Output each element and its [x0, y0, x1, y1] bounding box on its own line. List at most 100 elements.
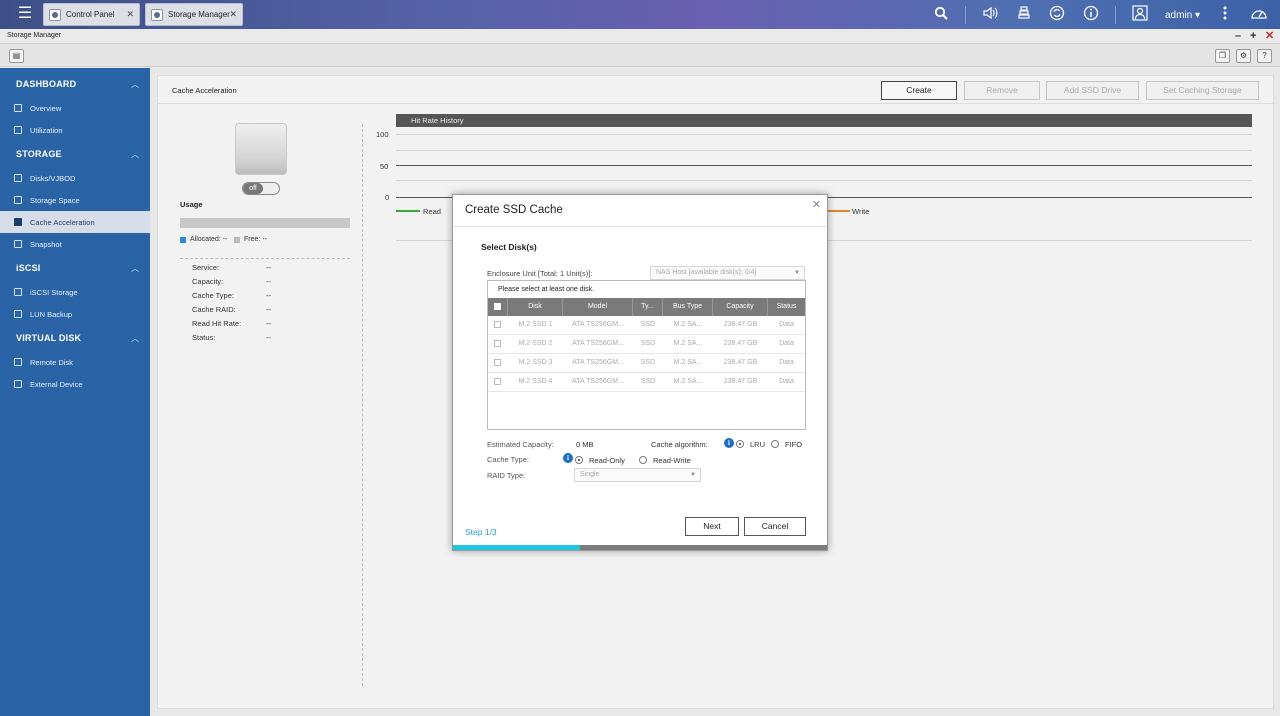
help-icon[interactable]: ?: [1257, 49, 1272, 63]
sidebar-item-external-device[interactable]: External Device: [0, 373, 150, 395]
maximize-icon[interactable]: +: [1250, 30, 1256, 42]
close-icon[interactable]: ✕: [812, 198, 821, 211]
row-checkbox[interactable]: [494, 340, 501, 347]
tab-control-panel[interactable]: Control Panel ✕: [43, 3, 140, 26]
chevron-down-icon: ▼: [690, 472, 696, 478]
info-icon[interactable]: i: [563, 453, 573, 463]
cancel-button[interactable]: Cancel: [744, 517, 806, 536]
menu-icon[interactable]: ☰: [14, 5, 36, 23]
set-caching-storage-button[interactable]: Set Caching Storage: [1146, 81, 1259, 100]
tab-label: Control Panel: [66, 10, 115, 19]
user-menu[interactable]: admin ▾: [1165, 10, 1200, 21]
column-header[interactable]: Capacity: [713, 298, 768, 316]
gear-icon[interactable]: ⚙: [1236, 49, 1251, 63]
storage-space-icon: [14, 196, 22, 204]
sidebar: DASHBOARD ︿ Overview Utilization STORAGE…: [0, 68, 150, 716]
select-all-checkbox[interactable]: [494, 303, 501, 310]
close-icon[interactable]: ✕: [1265, 30, 1274, 42]
sidebar-item-label: Snapshot: [30, 240, 62, 249]
free-legend-swatch: [234, 237, 240, 243]
sidebar-section-iscsi[interactable]: iSCSI: [16, 263, 41, 273]
lru-radio[interactable]: [736, 440, 744, 448]
info-row-cache-raid: Cache RAID: --: [192, 305, 271, 314]
minimize-icon[interactable]: –: [1235, 30, 1241, 42]
chevron-up-icon[interactable]: ︿: [131, 149, 139, 160]
chevron-up-icon[interactable]: ︿: [131, 263, 139, 274]
wizard-progress-bar: [453, 545, 827, 550]
allocated-legend: Allocated: --: [190, 236, 228, 243]
sidebar-section-storage[interactable]: STORAGE: [16, 149, 62, 159]
close-icon[interactable]: ✕: [229, 9, 237, 20]
taskbar: ☰ Control Panel ✕ Storage Manager ✕ admi…: [0, 0, 1280, 29]
column-header[interactable]: Ty...: [633, 298, 663, 316]
volume-icon[interactable]: [980, 5, 1000, 25]
sidebar-item-snapshot[interactable]: Snapshot: [0, 233, 150, 255]
info-icon[interactable]: [1081, 5, 1101, 25]
storage-manager-icon: [151, 9, 163, 21]
raid-type-select[interactable]: Single ▼: [574, 468, 701, 482]
snapshot-icon[interactable]: ❐: [1215, 49, 1230, 63]
sidebar-item-utilization[interactable]: Utilization: [0, 119, 150, 141]
sidebar-item-storage-space[interactable]: Storage Space: [0, 189, 150, 211]
allocated-legend-swatch: [180, 237, 186, 243]
sidebar-item-label: Cache Acceleration: [30, 218, 95, 227]
sync-icon[interactable]: [1047, 5, 1067, 25]
table-row[interactable]: M.2 SSD 2 ATA TS256GM... SSD M.2 SA... 2…: [488, 335, 805, 354]
dashboard-icon[interactable]: [1249, 5, 1269, 25]
tab-storage-manager[interactable]: Storage Manager ✕: [145, 3, 243, 26]
fifo-radio[interactable]: [771, 440, 779, 448]
column-header[interactable]: Disk: [508, 298, 563, 316]
main-header: Cache Acceleration Create Remove Add SSD…: [158, 76, 1273, 104]
column-header[interactable]: Bus Type: [663, 298, 713, 316]
chevron-up-icon[interactable]: ︿: [131, 79, 139, 90]
column-header[interactable]: Model: [563, 298, 633, 316]
read-only-radio[interactable]: [575, 456, 583, 464]
tab-label: Storage Manager: [168, 10, 230, 19]
sidebar-item-iscsi-storage[interactable]: iSCSI Storage: [0, 281, 150, 303]
sidebar-item-overview[interactable]: Overview: [0, 97, 150, 119]
sidebar-item-label: Disks/VJBOD: [30, 174, 76, 183]
more-icon[interactable]: [1215, 5, 1235, 25]
sidebar-item-lun-backup[interactable]: LUN Backup: [0, 303, 150, 325]
fifo-label: FIFO: [785, 440, 803, 449]
storage-menu-icon[interactable]: ▤: [9, 49, 24, 63]
sidebar-item-cache-acceleration[interactable]: Cache Acceleration: [0, 211, 150, 233]
remove-button[interactable]: Remove: [964, 81, 1040, 100]
next-button[interactable]: Next: [685, 517, 739, 536]
info-icon[interactable]: i: [724, 438, 734, 448]
sidebar-item-label: LUN Backup: [30, 310, 73, 319]
sidebar-section-virtual-disk[interactable]: VIRTUAL DISK: [16, 333, 81, 343]
enclosure-select[interactable]: NAS Host [available disk(s): 0/4] ▼: [650, 266, 805, 280]
info-row-capacity: Capacity: --: [192, 277, 271, 286]
chevron-up-icon[interactable]: ︿: [131, 333, 139, 344]
chevron-down-icon: ▼: [794, 270, 800, 276]
close-icon[interactable]: ✕: [126, 9, 134, 20]
table-note: Please select at least one disk.: [498, 286, 595, 293]
sidebar-section-dashboard[interactable]: DASHBOARD: [16, 79, 76, 89]
table-row[interactable]: M.2 SSD 1 ATA TS256GM... SSD M.2 SA... 2…: [488, 316, 805, 335]
column-header[interactable]: Status: [768, 298, 805, 316]
search-icon[interactable]: [931, 5, 951, 25]
cache-algorithm-label: Cache algorithm:: [651, 440, 708, 449]
external-device-icon: [14, 380, 22, 388]
step-indicator: Step 1/3: [465, 527, 497, 537]
tasks-icon[interactable]: [1014, 5, 1034, 25]
create-button[interactable]: Create: [881, 81, 957, 100]
user-icon[interactable]: [1130, 5, 1150, 25]
wizard-progress-fill: [453, 545, 581, 550]
iscsi-icon: [14, 288, 22, 296]
row-checkbox[interactable]: [494, 378, 501, 385]
table-row[interactable]: M.2 SSD 4 ATA TS256GM... SSD M.2 SA... 2…: [488, 373, 805, 392]
row-checkbox[interactable]: [494, 321, 501, 328]
read-write-radio[interactable]: [639, 456, 647, 464]
overview-icon: [14, 104, 22, 112]
grid-line: [396, 150, 1252, 151]
cache-toggle[interactable]: off: [242, 182, 280, 195]
raid-type-label: RAID Type:: [487, 471, 526, 480]
add-ssd-drive-button[interactable]: Add SSD Drive: [1046, 81, 1139, 100]
sidebar-item-disks[interactable]: Disks/VJBOD: [0, 167, 150, 189]
cache-type-label: Cache Type:: [487, 455, 529, 464]
sidebar-item-remote-disk[interactable]: Remote Disk: [0, 351, 150, 373]
row-checkbox[interactable]: [494, 359, 501, 366]
table-row[interactable]: M.2 SSD 3 ATA TS256GM... SSD M.2 SA... 2…: [488, 354, 805, 373]
